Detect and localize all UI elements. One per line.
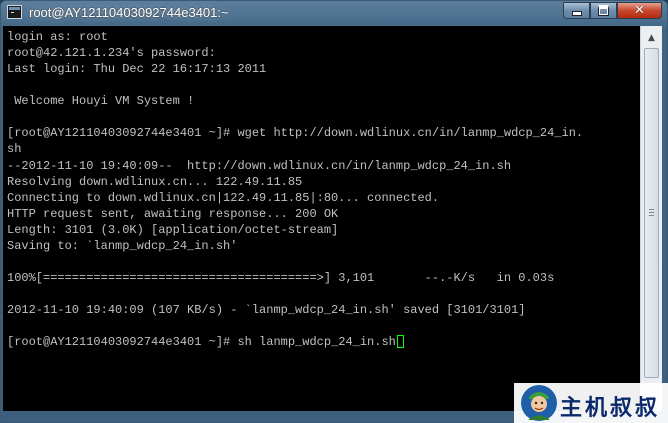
terminal-line: Resolving down.wdlinux.cn... 122.49.11.8… — [7, 174, 303, 189]
vertical-scrollbar[interactable]: ▲ ▼ — [640, 26, 662, 411]
scroll-thumb[interactable] — [644, 48, 659, 378]
terminal-line: [root@AY12110403092744e3401 ~]# sh lanmp… — [7, 335, 396, 350]
close-icon: ✕ — [634, 3, 645, 18]
maximize-button[interactable] — [590, 2, 617, 19]
terminal-line: login as: root — [7, 30, 108, 44]
terminal-line: Length: 3101 (3.0K) [application/octet-s… — [7, 222, 339, 237]
scroll-grip — [649, 215, 654, 216]
terminal-line: [root@AY12110403092744e3401 ~]# wget htt… — [7, 126, 584, 141]
terminal-line: Welcome Houyi VM System ! — [7, 94, 195, 109]
terminal-line: --2012-11-10 19:40:09-- http://down.wdli… — [7, 158, 512, 173]
scroll-up-arrow-icon[interactable]: ▲ — [644, 30, 659, 45]
close-button[interactable]: ✕ — [617, 2, 662, 19]
scroll-grip — [649, 212, 654, 213]
mascot-logo-icon — [521, 385, 557, 421]
terminal-line: root@42.121.1.234's password: — [7, 46, 216, 61]
terminal-text: login as: root root@42.121.1.234's passw… — [7, 29, 583, 350]
terminal-line: HTTP request sent, awaiting response... … — [7, 206, 339, 221]
watermark: 主机叔叔 — [514, 383, 668, 423]
terminal-line: 100%[===================================… — [7, 270, 555, 285]
minimize-button[interactable] — [563, 2, 590, 19]
title-bar[interactable]: root@AY12110403092744e3401:~ ✕ — [1, 1, 667, 25]
terminal-output[interactable]: login as: root root@42.121.1.234's passw… — [3, 26, 640, 411]
terminal-line: sh — [7, 142, 22, 157]
terminal-line: Last login: Thu Dec 22 16:17:13 2011 — [7, 62, 267, 77]
window-title: root@AY12110403092744e3401:~ — [29, 5, 229, 20]
terminal-line: 2012-11-10 19:40:09 (107 KB/s) - `lanmp_… — [7, 303, 526, 318]
terminal-line: Connecting to down.wdlinux.cn|122.49.11.… — [7, 190, 440, 205]
watermark-text: 主机叔叔 — [560, 395, 661, 421]
text-cursor — [396, 335, 404, 349]
scroll-grip — [649, 209, 654, 210]
maximize-icon — [598, 5, 609, 16]
terminal-line: Saving to: `lanmp_wdcp_24_in.sh' — [7, 238, 238, 253]
minimize-icon — [571, 11, 582, 16]
terminal-window: root@AY12110403092744e3401:~ ✕ login as:… — [0, 0, 668, 423]
terminal-app-icon[interactable] — [7, 5, 22, 19]
